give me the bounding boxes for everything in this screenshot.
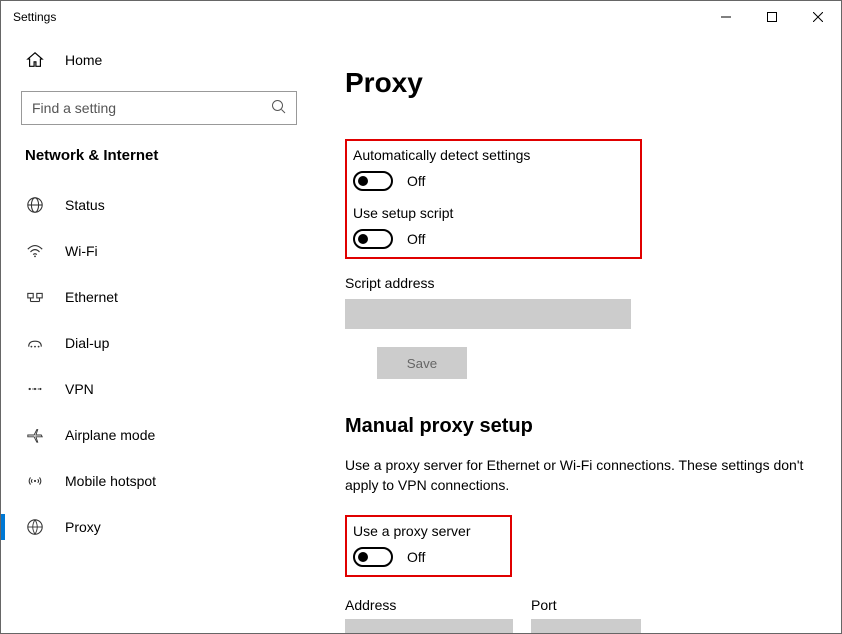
manual-title: Manual proxy setup: [345, 415, 813, 438]
home-label: Home: [65, 52, 102, 68]
setup-script-toggle[interactable]: [353, 229, 393, 249]
sidebar-item-label: Ethernet: [65, 289, 118, 305]
sidebar-item-vpn[interactable]: VPN: [5, 366, 313, 412]
sidebar-item-airplane[interactable]: Airplane mode: [5, 412, 313, 458]
address-input[interactable]: [345, 619, 513, 633]
use-proxy-toggle[interactable]: [353, 547, 393, 567]
sidebar-item-label: Proxy: [65, 519, 101, 535]
content-area: Proxy Automatically detect settings Off …: [313, 33, 841, 633]
airplane-icon: [25, 426, 45, 444]
manual-desc: Use a proxy server for Ethernet or Wi-Fi…: [345, 456, 805, 495]
proxy-icon: [25, 518, 45, 536]
nav-list: Status Wi-Fi Ethernet: [5, 182, 313, 550]
search-input[interactable]: [21, 91, 297, 125]
section-title: Network & Internet: [5, 147, 313, 182]
sidebar-item-hotspot[interactable]: Mobile hotspot: [5, 458, 313, 504]
status-icon: [25, 196, 45, 214]
hotspot-icon: [25, 472, 45, 490]
setup-script-label: Use setup script: [353, 205, 530, 221]
auto-detect-toggle[interactable]: [353, 171, 393, 191]
sidebar-item-label: VPN: [65, 381, 94, 397]
sidebar-item-label: Status: [65, 197, 105, 213]
minimize-button[interactable]: [703, 1, 749, 33]
sidebar-item-status[interactable]: Status: [5, 182, 313, 228]
port-label: Port: [531, 597, 641, 613]
window-controls: [703, 1, 841, 33]
port-input[interactable]: [531, 619, 641, 633]
ethernet-icon: [25, 288, 45, 306]
highlight-box-1: Automatically detect settings Off Use se…: [345, 139, 642, 259]
auto-detect-label: Automatically detect settings: [353, 147, 530, 163]
sidebar-item-label: Airplane mode: [65, 427, 155, 443]
setup-script-state: Off: [407, 231, 425, 247]
script-address-label: Script address: [345, 275, 813, 291]
sidebar-item-ethernet[interactable]: Ethernet: [5, 274, 313, 320]
dialup-icon: [25, 334, 45, 352]
sidebar-item-label: Dial-up: [65, 335, 109, 351]
page-title: Proxy: [345, 67, 813, 99]
home-link[interactable]: Home: [5, 43, 313, 77]
save-button[interactable]: Save: [377, 347, 467, 379]
use-proxy-label: Use a proxy server: [353, 523, 470, 539]
sidebar: Home Network & Internet Status: [1, 33, 313, 633]
wifi-icon: [25, 242, 45, 260]
settings-window: Settings Home: [0, 0, 842, 634]
close-button[interactable]: [795, 1, 841, 33]
script-address-input[interactable]: [345, 299, 631, 329]
sidebar-item-proxy[interactable]: Proxy: [5, 504, 313, 550]
search-box[interactable]: [21, 91, 297, 125]
sidebar-item-label: Wi-Fi: [65, 243, 98, 259]
titlebar: Settings: [1, 1, 841, 33]
sidebar-item-label: Mobile hotspot: [65, 473, 156, 489]
use-proxy-state: Off: [407, 549, 425, 565]
maximize-button[interactable]: [749, 1, 795, 33]
auto-detect-state: Off: [407, 173, 425, 189]
highlight-box-2: Use a proxy server Off: [345, 515, 512, 577]
vpn-icon: [25, 380, 45, 398]
address-label: Address: [345, 597, 513, 613]
search-icon: [271, 99, 287, 118]
home-icon: [25, 51, 45, 69]
window-title: Settings: [13, 10, 703, 24]
sidebar-item-wifi[interactable]: Wi-Fi: [5, 228, 313, 274]
sidebar-item-dialup[interactable]: Dial-up: [5, 320, 313, 366]
